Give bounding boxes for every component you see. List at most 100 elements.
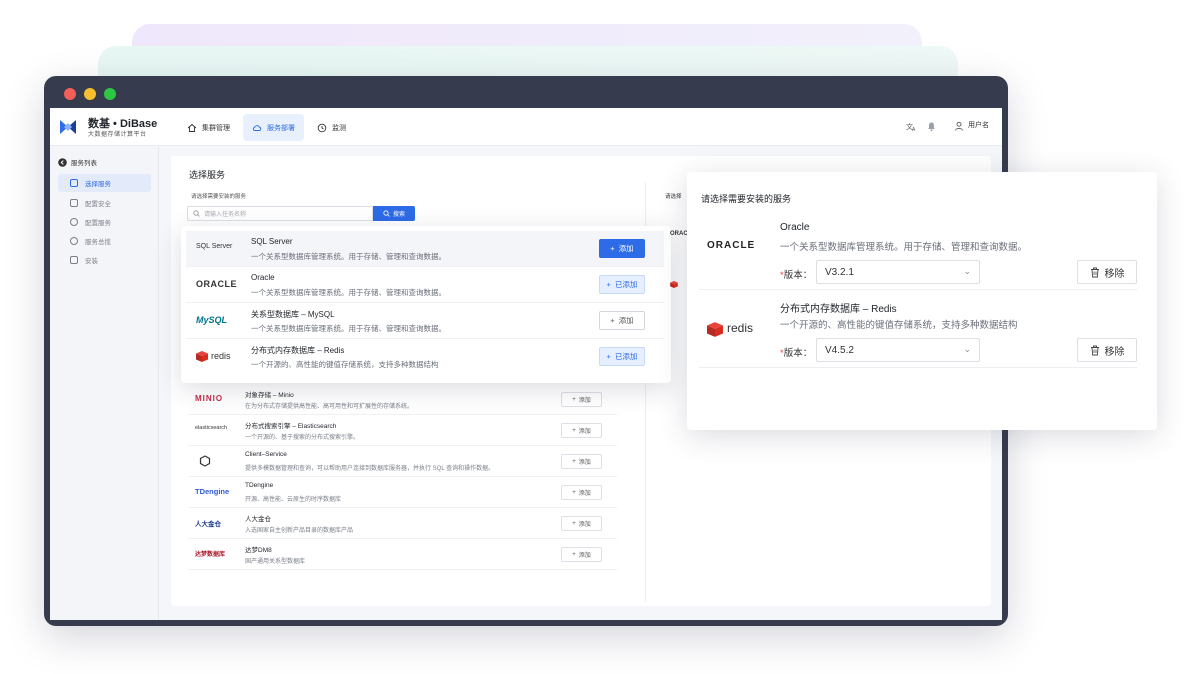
plus-icon: + <box>572 458 576 465</box>
service-desc: 一个关系型数据库管理系统。用于存储、管理和查询数据。 <box>251 288 446 297</box>
page-title: 选择服务 <box>189 170 226 180</box>
plus-icon: + <box>606 352 611 361</box>
sidebar-item-label: 选择服务 <box>85 181 111 188</box>
sidebar-item-service-overview[interactable]: 服务总揽 <box>58 232 151 250</box>
window-minimize-dot[interactable] <box>84 88 96 100</box>
add-button-label: 添加 <box>618 316 634 325</box>
added-button-label: 已添加 <box>614 352 638 361</box>
version-label-text: 版本： <box>783 270 813 281</box>
selected-panel-hint: 请选择 <box>665 194 682 200</box>
plus-icon: + <box>606 280 611 289</box>
install-icon <box>70 256 78 264</box>
remove-button[interactable]: 移除 <box>1077 260 1137 284</box>
selected-services-popup: 请选择需要安装的服务 ORACLE Oracle 一个关系型数据库管理系统。用于… <box>687 172 1157 430</box>
service-row-elasticsearch: elasticsearch 分布式搜索引擎 – Elasticsearch 一个… <box>189 415 617 446</box>
sidebar-item-config-service[interactable]: 配置服务 <box>58 213 151 231</box>
elasticsearch-logo: elasticsearch <box>195 425 228 431</box>
nav-service-deploy[interactable]: 服务部署 <box>243 114 304 141</box>
remove-button-label: 移除 <box>1104 346 1125 358</box>
add-button[interactable]: + 添加 <box>599 239 645 258</box>
dibase-logo-icon <box>60 120 76 134</box>
add-button[interactable]: + 添加 <box>561 516 602 531</box>
added-button[interactable]: + 已添加 <box>599 275 645 294</box>
service-name: Oracle <box>780 222 810 233</box>
oracle-logo: ORACLE <box>196 279 237 289</box>
selected-service-redis: redis 分布式内存数据库 – Redis 一个开源的、高性能的键值存储系统，… <box>699 290 1137 368</box>
translate-icon[interactable]: 文A <box>906 121 917 132</box>
add-button-label: 添加 <box>578 460 591 466</box>
sidebar-item-config-security[interactable]: 配置安全 <box>58 194 151 212</box>
sidebar-item-label: 安装 <box>85 258 98 265</box>
add-button[interactable]: + 添加 <box>561 423 602 438</box>
added-button[interactable]: + 已添加 <box>599 347 645 366</box>
service-row-client-service: Client–Service 提供多模数据管理和查询，可以帮助用户连接到数据库服… <box>189 446 617 477</box>
add-button-label: 添加 <box>578 491 591 497</box>
service-name: 人大金仓 <box>245 516 271 523</box>
trash-icon <box>1090 345 1099 355</box>
oracle-logo: ORACLE <box>707 240 756 251</box>
user-name[interactable]: 用户名 <box>968 120 989 130</box>
plus-icon: + <box>572 551 576 558</box>
cloud-icon <box>252 124 262 131</box>
service-desc: 提供多模数据管理和查询，可以帮助用户连接到数据库服务器，并执行 SQL 查询和操… <box>245 466 495 472</box>
plus-icon: + <box>572 520 576 527</box>
peek-redis-icon <box>670 281 678 288</box>
version-label: *版本： <box>780 345 812 359</box>
brand-subtitle: 大数据存储计算平台 <box>88 132 147 138</box>
remove-button[interactable]: 移除 <box>1077 338 1137 362</box>
dameng-logo: 达梦数据库 <box>195 552 226 558</box>
popup-row-mysql: MySQL 关系型数据库 – MySQL 一个关系型数据库管理系统。用于存储、管… <box>186 303 664 339</box>
search-button-label: 搜索 <box>392 212 405 218</box>
sidebar-title: 服务列表 <box>58 157 97 167</box>
sidebar-item-select-service[interactable]: 选择服务 <box>58 174 151 192</box>
nav-cluster-management[interactable]: 集群管理 <box>178 114 239 141</box>
add-button[interactable]: + 添加 <box>561 485 602 500</box>
mysql-logo: MySQL <box>196 315 228 325</box>
svg-text:A: A <box>912 127 916 132</box>
add-button-label: 添加 <box>578 398 591 404</box>
nav-label: 监测 <box>332 124 346 132</box>
add-button[interactable]: + 添加 <box>561 547 602 562</box>
add-button-label: 添加 <box>618 244 634 253</box>
add-button-label: 添加 <box>578 522 591 528</box>
version-value: V4.5.2 <box>825 344 854 356</box>
service-row-minio: MINIO 对象存储 – Minio 在为分布式存储提供高性能、高可用性和可扩展… <box>189 384 617 415</box>
sidebar: 服务列表 选择服务 配置安全 配置服务 服务总揽 安装 <box>50 147 159 620</box>
window-zoom-dot[interactable] <box>104 88 116 100</box>
top-bar: 数基 • DiBase 大数据存储计算平台 集群管理 服务部署 监测 文A 用户… <box>50 108 1002 146</box>
version-select[interactable]: V3.2.1 ⌄ <box>816 260 980 284</box>
redis-logo: redis <box>211 351 231 361</box>
add-button[interactable]: + 添加 <box>599 311 645 330</box>
sidebar-item-install[interactable]: 安装 <box>58 251 151 269</box>
version-value: V3.2.1 <box>825 266 854 278</box>
nav-label: 集群管理 <box>202 124 230 132</box>
service-desc: 一个开源的、高性能的键值存储系统，支持多种数据结构 <box>780 320 1018 331</box>
chevron-down-icon: ⌄ <box>963 266 971 276</box>
sidebar-item-label: 配置服务 <box>85 220 111 227</box>
back-arrow-icon[interactable] <box>58 157 67 167</box>
kingbase-logo: 人大金仓 <box>195 521 221 528</box>
search-button[interactable]: 搜索 <box>373 206 415 221</box>
window-close-dot[interactable] <box>64 88 76 100</box>
bell-icon[interactable] <box>926 121 937 132</box>
service-desc: 一个开源的、基于搜索的分布式搜索引擎。 <box>245 435 360 441</box>
service-name: Client–Service <box>245 451 287 458</box>
nav-monitor[interactable]: 监测 <box>308 114 355 141</box>
shield-icon <box>70 199 78 207</box>
service-list-popup: SQL Server SQL Server 一个关系型数据库管理系统。用于存储、… <box>181 226 671 383</box>
service-desc: 一个开源的、高性能的键值存储系统，支持多种数据结构 <box>251 360 439 369</box>
version-select[interactable]: V4.5.2 ⌄ <box>816 338 980 362</box>
user-icon[interactable] <box>954 121 964 131</box>
redis-cube-icon <box>196 351 208 362</box>
selected-service-oracle: ORACLE Oracle 一个关系型数据库管理系统。用于存储、管理和查询数据。… <box>699 212 1137 290</box>
add-button[interactable]: + 添加 <box>561 392 602 407</box>
search-input[interactable]: 请输入任务名称 <box>187 206 373 221</box>
add-button-label: 添加 <box>578 553 591 559</box>
redis-logo: redis <box>727 321 754 335</box>
add-button[interactable]: + 添加 <box>561 454 602 469</box>
service-name: 对象存储 – Minio <box>245 392 294 399</box>
redis-cube-icon <box>707 322 723 337</box>
selected-panel-title: 请选择需要安装的服务 <box>701 194 792 204</box>
added-button-label: 已添加 <box>614 280 638 289</box>
version-label: *版本： <box>780 267 812 281</box>
